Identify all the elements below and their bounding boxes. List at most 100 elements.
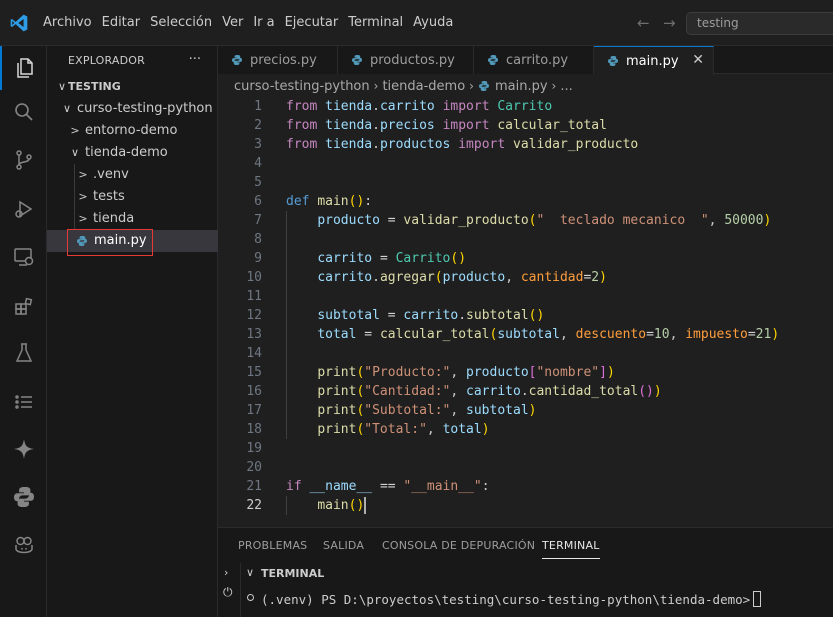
code-line-18: print("Total:", total)	[317, 422, 490, 437]
breadcrumb-folder[interactable]: curso-testing-python	[234, 79, 370, 94]
panel-tab-terminal[interactable]: TERMINAL	[542, 539, 600, 559]
tree-folder-curso-testing-python[interactable]: ∨ curso-testing-python	[47, 98, 218, 120]
menu-ayuda[interactable]: Ayuda	[408, 11, 458, 35]
menu-archivo[interactable]: Archivo	[38, 11, 97, 35]
line-number: 14	[246, 346, 262, 361]
forward-arrow-icon[interactable]: →	[663, 14, 676, 32]
outline-list-icon[interactable]	[0, 380, 47, 424]
tree-label: tests	[93, 189, 125, 204]
code-line-13: total = calcular_total(subtotal, descuen…	[317, 327, 780, 342]
panel-tab-consola-depuracion[interactable]: CONSOLA DE DEPURACIÓN	[382, 539, 535, 559]
line-number: 5	[254, 175, 262, 190]
chevron-down-icon: ∨	[70, 146, 80, 159]
remote-explorer-icon[interactable]	[0, 235, 47, 279]
line-number: 7	[254, 213, 262, 228]
chevron-right-icon: >	[70, 124, 80, 137]
line-number: 10	[246, 270, 262, 285]
explorer-icon[interactable]	[0, 46, 47, 90]
tab-label: precios.py	[250, 52, 317, 68]
tab-precios-py[interactable]: precios.py	[218, 46, 338, 74]
code-line-9: carrito = Carrito()	[317, 251, 467, 266]
code-line-21: if __name__ == "__main__":	[286, 479, 490, 494]
line-number: 20	[246, 460, 262, 475]
back-arrow-icon[interactable]: ←	[637, 14, 650, 32]
menu-seleccion[interactable]: Selección	[145, 11, 217, 35]
python-file-icon	[488, 55, 498, 65]
tree-label: main.py	[94, 233, 147, 248]
python-file-icon	[232, 55, 242, 65]
panel-tab-problemas[interactable]: PROBLEMAS	[238, 539, 307, 559]
tree-file-main-py[interactable]: main.py	[47, 230, 218, 252]
breadcrumb: curso-testing-python › tienda-demo › mai…	[218, 75, 833, 97]
command-center-search[interactable]: testing	[686, 12, 833, 35]
line-number: 4	[254, 156, 262, 171]
python-file-icon	[352, 55, 362, 65]
code-line-1: from tienda.carrito import Carrito	[286, 99, 553, 114]
title-bar: Archivo Editar Selección Ver Ir a Ejecut…	[0, 0, 833, 46]
tree-folder-tests[interactable]: > tests	[47, 186, 218, 208]
code-line-3: from tienda.productos import validar_pro…	[286, 137, 639, 152]
panel-tab-salida[interactable]: SALIDA	[323, 539, 364, 559]
line-number: 17	[246, 403, 262, 418]
line-number: 2	[254, 118, 262, 133]
chevron-right-icon: >	[78, 190, 88, 203]
tab-main-py[interactable]: main.py ✕	[594, 46, 714, 75]
breadcrumb-file[interactable]: main.py	[495, 79, 548, 94]
terminal[interactable]: (.venv) PS D:\proyectos\testing\curso-te…	[241, 585, 833, 617]
chevron-right-icon: ›	[551, 79, 557, 93]
python-file-icon	[608, 56, 618, 66]
terminal-cursor	[753, 591, 762, 607]
terminal-section-title: TERMINAL	[261, 567, 325, 580]
code-line-17: print("Subtotal:", subtotal)	[317, 403, 537, 418]
tree-label: tienda	[93, 211, 135, 226]
source-control-icon[interactable]	[0, 138, 47, 182]
breadcrumb-more[interactable]: ...	[560, 79, 572, 94]
tree-folder-entorno-demo[interactable]: > entorno-demo	[47, 120, 218, 142]
plug-icon[interactable]: ⏻	[223, 585, 233, 600]
line-number: 1	[254, 99, 262, 114]
vscode-logo-icon[interactable]	[9, 13, 29, 33]
search-icon[interactable]	[0, 90, 47, 134]
line-number: 16	[246, 384, 262, 399]
chevron-right-icon[interactable]: ›	[224, 566, 228, 579]
copilot-chat-icon[interactable]	[0, 522, 47, 566]
breadcrumb-folder[interactable]: tienda-demo	[382, 79, 465, 94]
tab-label: main.py	[626, 53, 679, 69]
menu-terminal[interactable]: Terminal	[343, 11, 408, 35]
terminal-section-header[interactable]: ∨ TERMINAL	[241, 563, 833, 585]
command-decoration-icon[interactable]	[247, 594, 254, 601]
tree-folder-venv[interactable]: > .venv	[47, 164, 218, 186]
menu-bar: Archivo Editar Selección Ver Ir a Ejecut…	[38, 0, 458, 46]
panel-tabs: PROBLEMAS SALIDA CONSOLA DE DEPURACIÓN T…	[218, 528, 833, 564]
line-number: 3	[254, 137, 262, 152]
more-actions-icon[interactable]: ···	[189, 52, 201, 67]
chevron-right-icon: ›	[373, 79, 379, 93]
close-tab-icon[interactable]: ✕	[692, 52, 704, 68]
line-number: 9	[254, 251, 262, 266]
tab-productos-py[interactable]: productos.py	[338, 46, 474, 74]
copilot-sparkle-icon[interactable]	[0, 427, 47, 471]
chevron-right-icon: >	[78, 168, 88, 181]
run-debug-icon[interactable]	[0, 187, 47, 231]
testing-flask-icon[interactable]	[0, 331, 47, 375]
line-number: 19	[246, 441, 262, 456]
line-number: 12	[246, 308, 262, 323]
python-icon[interactable]	[0, 475, 47, 519]
terminal-prompt: (.venv) PS D:\proyectos\testing\curso-te…	[261, 591, 762, 607]
code-editor[interactable]: 1 2 3 4 5 6 7 8 9 10 11 12 13 14 15 16 17 18 19 20 21 22 from…	[218, 97, 833, 527]
tree-label: entorno-demo	[85, 123, 178, 138]
tree-root-testing[interactable]: ∨ TESTING	[47, 76, 218, 98]
menu-ir-a[interactable]: Ir a	[248, 11, 279, 35]
tree-folder-tienda[interactable]: > tienda	[47, 208, 218, 230]
menu-editar[interactable]: Editar	[97, 11, 146, 35]
tree-folder-tienda-demo[interactable]: ∨ tienda-demo	[47, 142, 218, 164]
tree-label: .venv	[93, 167, 129, 182]
code-line-15: print("Producto:", producto["nombre"])	[317, 365, 615, 380]
line-number: 21	[246, 479, 262, 494]
menu-ver[interactable]: Ver	[217, 11, 248, 35]
extensions-icon[interactable]	[0, 284, 47, 328]
tab-label: productos.py	[370, 52, 455, 68]
tab-carrito-py[interactable]: carrito.py	[474, 46, 594, 74]
menu-ejecutar[interactable]: Ejecutar	[280, 11, 344, 35]
line-number: 15	[246, 365, 262, 380]
